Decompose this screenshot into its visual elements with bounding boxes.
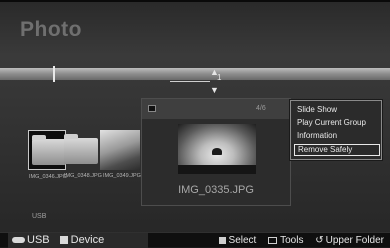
tools-label: Tools <box>280 235 304 246</box>
select-button-icon <box>218 236 226 244</box>
device-selector[interactable]: USB Device <box>12 234 104 247</box>
scroll-down-icon[interactable]: ▼ <box>210 86 219 95</box>
preview-filename: IMG_0335.JPG <box>178 184 254 196</box>
photo-file-icon <box>148 105 156 112</box>
device-icon <box>59 236 68 245</box>
device-label: Device <box>70 234 105 246</box>
button-hints: Select Tools ↺ Upper Folder <box>218 234 384 247</box>
upper-folder-label: Upper Folder <box>325 235 384 246</box>
menu-item-slide-show[interactable]: Slide Show <box>294 104 380 116</box>
preview-image <box>178 124 256 174</box>
menu-item-remove-safely[interactable]: Remove Safely <box>294 144 380 156</box>
upper-folder-hint[interactable]: ↺ Upper Folder <box>315 235 384 246</box>
tools-hint[interactable]: Tools <box>268 235 303 246</box>
thumbnail-label: IMG_0349.JPG <box>103 173 141 179</box>
preview-image-tree <box>212 148 222 155</box>
timeline-position-marker <box>53 66 55 82</box>
thumbnail-label: IMG_0348.JPG <box>64 173 102 179</box>
thumbnail-item[interactable]: IMG_0349.JPG <box>100 130 141 179</box>
preview-panel: 4/6 IMG_0335.JPG <box>141 98 291 206</box>
return-icon: ↺ <box>315 235 324 246</box>
usb-icon <box>12 237 25 244</box>
preview-counter: 4/6 <box>256 105 266 112</box>
tools-icon <box>268 236 278 244</box>
tools-context-menu: Slide Show Play Current Group Informatio… <box>290 100 382 160</box>
folder-icon <box>64 134 98 164</box>
scroll-index: 1 <box>217 73 222 82</box>
source-label: USB <box>32 213 47 220</box>
menu-item-information[interactable]: Information <box>294 130 380 142</box>
menu-item-play-current-group[interactable]: Play Current Group <box>294 117 380 129</box>
select-hint[interactable]: Select <box>218 235 257 246</box>
app-title: Photo <box>20 18 82 41</box>
photo-thumbnail <box>100 130 140 170</box>
tv-photo-browser: Photo ▲ 1 ▼ IMG_0346.JPG IMG_0348.JPG IM… <box>0 0 390 248</box>
preview-image-ground <box>178 165 256 174</box>
thumbnail-item[interactable]: IMG_0348.JPG <box>61 130 102 179</box>
timeline-range-marker <box>170 81 210 82</box>
usb-label: USB <box>27 234 50 246</box>
select-label: Select <box>228 235 257 246</box>
timeline-bar <box>0 68 390 80</box>
preview-header: 4/6 <box>142 99 290 119</box>
